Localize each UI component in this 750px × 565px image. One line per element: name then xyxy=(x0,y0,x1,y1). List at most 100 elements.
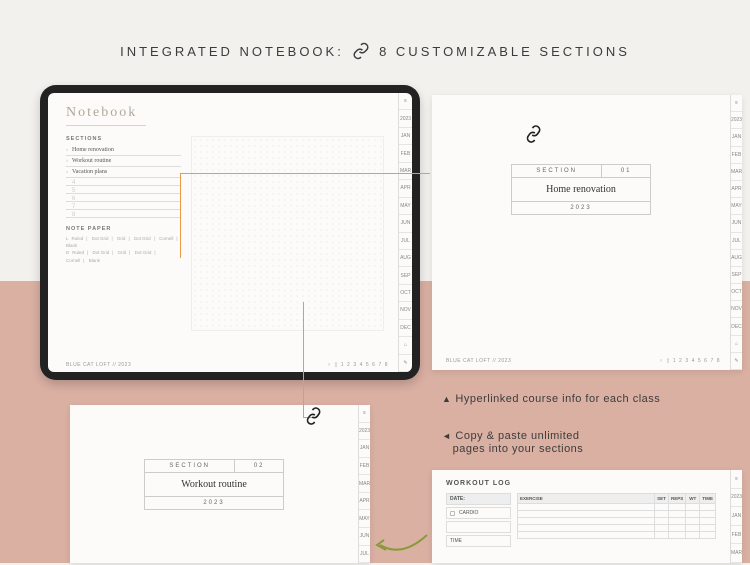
tab[interactable]: FEB xyxy=(731,526,742,545)
section-item[interactable]: Home renovation xyxy=(66,145,181,156)
tab[interactable]: JUL xyxy=(359,546,370,564)
section-empty[interactable]: 7 xyxy=(66,202,181,210)
heading-underline xyxy=(66,125,146,126)
section-label: SECTION xyxy=(145,460,235,472)
section-year: 2023 xyxy=(145,497,283,509)
cardio-blank[interactable] xyxy=(446,521,511,533)
pager-num[interactable]: 4 xyxy=(360,362,363,368)
table-row[interactable] xyxy=(518,518,716,525)
table-row[interactable] xyxy=(518,511,716,518)
link-icon xyxy=(523,124,545,150)
section-empty[interactable]: 5 xyxy=(66,186,181,194)
tab[interactable]: JUL xyxy=(399,233,412,250)
pager-num[interactable]: 5 xyxy=(698,358,701,364)
tab[interactable]: JAN xyxy=(399,128,412,145)
tab[interactable]: ⌂ xyxy=(731,336,742,353)
pager-num[interactable]: 6 xyxy=(704,358,707,364)
tab[interactable]: ≡ xyxy=(359,405,370,423)
tab[interactable]: SEP xyxy=(399,267,412,284)
tab[interactable]: AUG xyxy=(731,250,742,267)
pager-num[interactable]: 8 xyxy=(717,358,720,364)
pager-num[interactable]: 6 xyxy=(372,362,375,368)
footer-brand: BLUE CAT LOFT // 2023 xyxy=(66,362,131,368)
pager-num[interactable]: 3 xyxy=(353,362,356,368)
tab[interactable]: APR xyxy=(399,180,412,197)
month-tabs: ≡ 2023 JAN FEB MAR APR MAY JUN JUL xyxy=(358,405,370,563)
tab[interactable]: ≡ xyxy=(731,470,742,489)
tab[interactable]: MAY xyxy=(731,198,742,215)
pager-num[interactable]: 7 xyxy=(710,358,713,364)
date-field[interactable]: DATE: xyxy=(446,493,511,505)
tab[interactable]: JUN xyxy=(359,528,370,546)
pager-num[interactable]: 2 xyxy=(347,362,350,368)
tab[interactable]: JUL xyxy=(731,233,742,250)
pager-num[interactable]: 5 xyxy=(366,362,369,368)
user-icon[interactable]: ♀ xyxy=(659,358,663,364)
tab[interactable]: NOV xyxy=(731,301,742,318)
table-row[interactable] xyxy=(518,504,716,511)
section-empty[interactable]: 8 xyxy=(66,210,181,218)
tab[interactable]: FEB xyxy=(731,147,742,164)
tab[interactable]: FEB xyxy=(399,145,412,162)
tab[interactable]: MAR xyxy=(399,163,412,180)
tab[interactable]: DEC xyxy=(399,320,412,337)
section-item[interactable]: Vacation plans xyxy=(66,167,181,178)
dot-grid-area[interactable] xyxy=(191,136,384,331)
tab[interactable]: MAY xyxy=(399,198,412,215)
table-row[interactable] xyxy=(518,532,716,539)
tab[interactable]: 2023 xyxy=(731,112,742,129)
section-empty[interactable]: 6 xyxy=(66,194,181,202)
tab[interactable]: JAN xyxy=(731,129,742,146)
section-pager: ♀ ▯ 1 2 3 4 5 6 7 8 xyxy=(659,358,720,364)
tab[interactable]: FEB xyxy=(359,458,370,476)
tab[interactable]: 2023 xyxy=(399,110,412,127)
pager-num[interactable]: 1 xyxy=(673,358,676,364)
tab[interactable]: OCT xyxy=(399,285,412,302)
cardio-field[interactable]: CARDIO xyxy=(446,507,511,519)
tab[interactable]: JUN xyxy=(399,215,412,232)
tab[interactable]: APR xyxy=(359,493,370,511)
month-tabs: ≡ 2023 JAN FEB MAR xyxy=(730,470,742,563)
pager-num[interactable]: 2 xyxy=(679,358,682,364)
connector-line xyxy=(180,173,430,174)
tab[interactable]: AUG xyxy=(399,250,412,267)
tab[interactable]: JAN xyxy=(359,440,370,458)
tab[interactable]: OCT xyxy=(731,284,742,301)
section-year: 2023 xyxy=(512,202,650,214)
tab[interactable]: MAR xyxy=(731,544,742,563)
tab[interactable]: 2023 xyxy=(359,423,370,441)
pager-num[interactable]: 7 xyxy=(378,362,381,368)
bookmark-icon[interactable]: ▯ xyxy=(334,362,337,368)
pager-num[interactable]: 8 xyxy=(385,362,388,368)
tab[interactable]: ≡ xyxy=(399,93,412,110)
bookmark-icon[interactable]: ▯ xyxy=(666,358,669,364)
table-row[interactable] xyxy=(518,525,716,532)
tab[interactable]: SEP xyxy=(731,267,742,284)
tab[interactable]: ✎ xyxy=(731,353,742,370)
tab[interactable]: 2023 xyxy=(731,489,742,508)
section-page-2: SECTION 02 Workout routine 2023 ≡ 2023 J… xyxy=(70,405,370,563)
tab[interactable]: MAY xyxy=(359,510,370,528)
pager-num[interactable]: 3 xyxy=(685,358,688,364)
tab[interactable]: APR xyxy=(731,181,742,198)
tab[interactable]: MAR xyxy=(359,475,370,493)
user-icon[interactable]: ♀ xyxy=(327,362,331,368)
tab[interactable]: NOV xyxy=(399,302,412,319)
time-field[interactable]: TIME xyxy=(446,535,511,547)
col-time: TIME xyxy=(700,494,716,504)
exercise-table: EXERCISE SET REPS WT TIME xyxy=(517,493,716,539)
tab[interactable]: ✎ xyxy=(399,355,412,372)
tab[interactable]: ≡ xyxy=(731,95,742,112)
tab[interactable]: DEC xyxy=(731,318,742,335)
triangle-up-icon: ▲ xyxy=(442,394,451,404)
connector-line xyxy=(180,173,181,258)
tab[interactable]: MAR xyxy=(731,164,742,181)
tab[interactable]: JUN xyxy=(731,215,742,232)
section-empty[interactable]: 4 xyxy=(66,178,181,186)
notebook-screen: Notebook SECTIONS Home renovation Workou… xyxy=(48,93,412,372)
pager-num[interactable]: 1 xyxy=(341,362,344,368)
tab[interactable]: ⌂ xyxy=(399,337,412,354)
pager-num[interactable]: 4 xyxy=(692,358,695,364)
section-item[interactable]: Workout routine xyxy=(66,156,181,167)
tab[interactable]: JAN xyxy=(731,507,742,526)
